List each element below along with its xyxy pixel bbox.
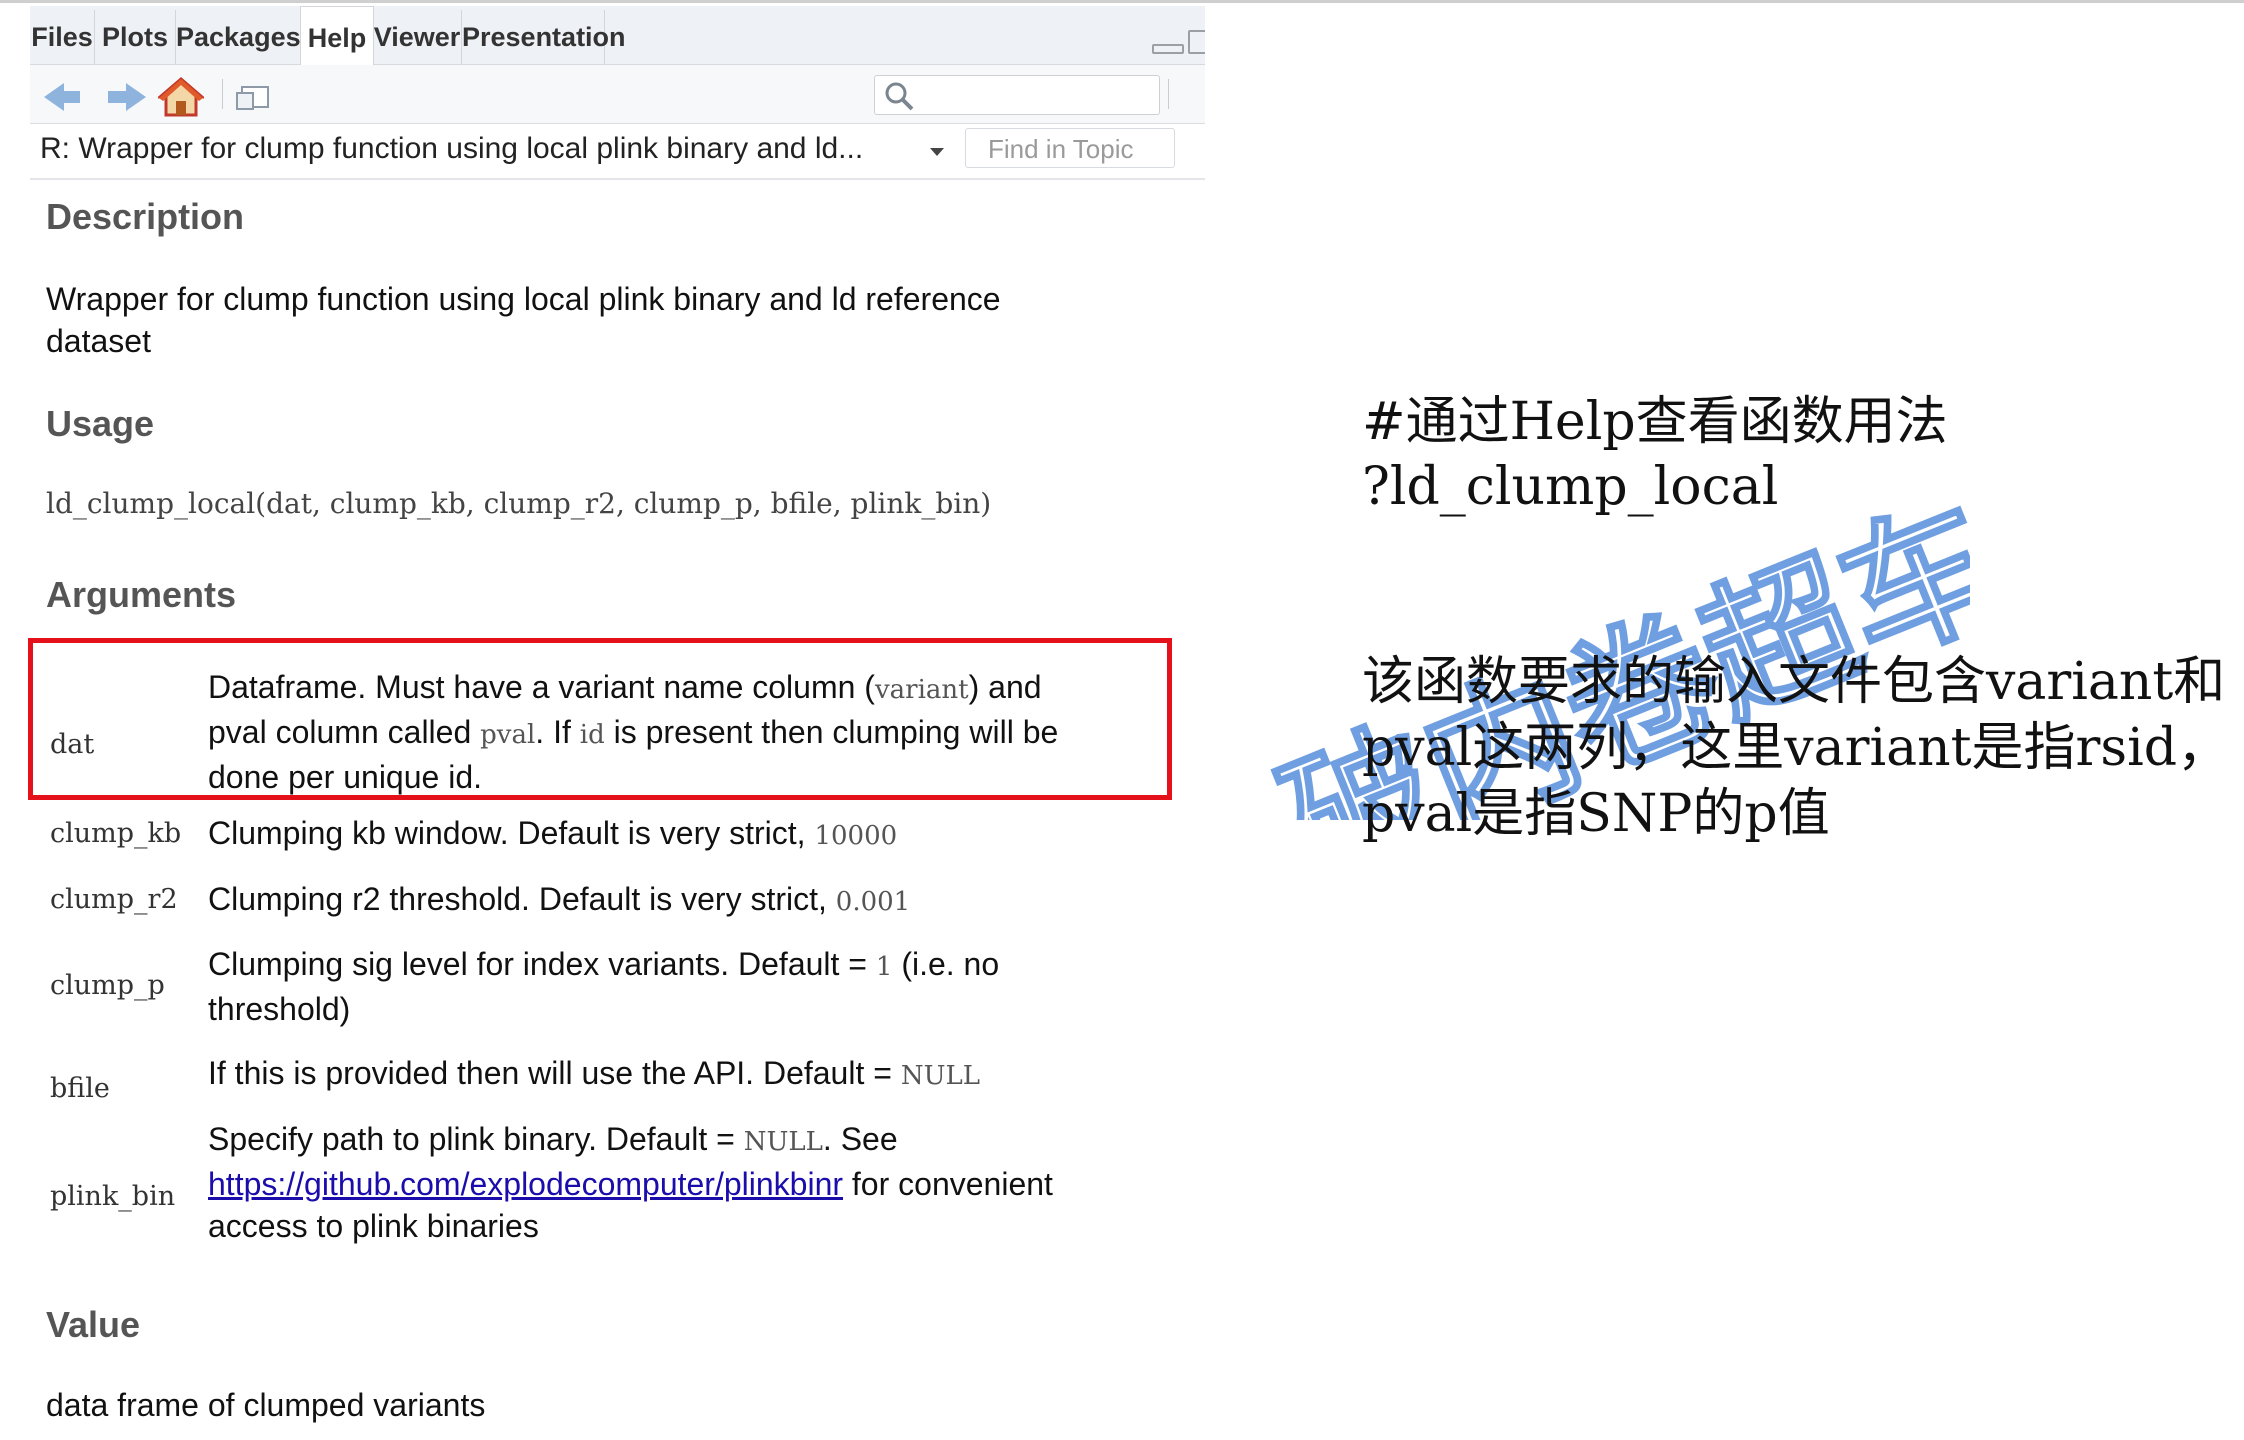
annotation-line-3: 该函数要求的输入文件包含variant和	[1362, 652, 2226, 712]
minimize-icon[interactable]	[1152, 44, 1184, 54]
arg-name-clump-r2: clump_r2	[50, 884, 178, 915]
arg-text: . See	[822, 1121, 898, 1157]
tab-presentation[interactable]: Presentation	[462, 10, 626, 64]
inline-code: NULL	[743, 1127, 823, 1157]
arg-name-clump-p: clump_p	[50, 970, 165, 1001]
search-icon	[885, 82, 914, 111]
usage-heading: Usage	[46, 403, 155, 444]
tab-viewer[interactable]: Viewer	[373, 10, 462, 64]
arg-desc-clump-r2: Clumping r2 threshold. Default is very s…	[208, 878, 1198, 923]
dat-highlight-box	[28, 638, 1172, 800]
arg-text: threshold)	[208, 991, 351, 1027]
help-toolbar	[30, 65, 1205, 124]
help-search-input[interactable]	[874, 75, 1160, 115]
home-icon[interactable]	[158, 77, 204, 117]
toolbar-separator	[1168, 79, 1169, 109]
arg-name-clump-kb: clump_kb	[50, 818, 182, 849]
annotation-line-5: pval是指SNP的p值	[1362, 784, 1830, 844]
inline-code: 10000	[814, 821, 898, 851]
inline-code: NULL	[900, 1061, 981, 1091]
arg-text: for convenient	[843, 1166, 1053, 1202]
annotation-line-2: ?ld_clump_local	[1362, 457, 1779, 517]
value-text: data frame of clumped variants	[46, 1387, 486, 1423]
arg-text: access to plink binaries	[208, 1208, 539, 1244]
toolbar-separator	[222, 79, 223, 109]
arg-desc-plink-bin: Specify path to plink binary. Default = …	[208, 1118, 1198, 1247]
arg-desc-bfile: If this is provided then will use the AP…	[208, 1052, 1198, 1097]
arg-text: Clumping kb window. Default is very stri…	[208, 815, 815, 851]
arg-text: Clumping r2 threshold. Default is very s…	[208, 881, 836, 917]
tab-packages[interactable]: Packages	[176, 10, 301, 64]
help-content: Description Wrapper for clump function u…	[30, 178, 1205, 1440]
top-border	[0, 0, 2244, 3]
description-line-1: Wrapper for clump function using local p…	[46, 281, 1001, 317]
pane-tab-bar: Files Plots Packages Help Viewer Present…	[30, 6, 1205, 66]
forward-arrow-icon[interactable]	[108, 83, 146, 111]
arg-name-plink-bin: plink_bin	[50, 1181, 176, 1212]
tab-plots[interactable]: Plots	[95, 10, 176, 64]
arg-desc-clump-kb: Clumping kb window. Default is very stri…	[208, 812, 1198, 857]
arg-name-bfile: bfile	[50, 1073, 110, 1104]
find-in-topic-input[interactable]: Find in Topic	[965, 128, 1175, 168]
description-heading: Description	[46, 196, 245, 237]
inline-code: 0.001	[835, 887, 911, 917]
annotation-line-1: #通过Help查看函数用法	[1362, 392, 1948, 452]
inline-code: 1	[875, 952, 893, 982]
popout-icon[interactable]	[236, 85, 270, 111]
value-heading: Value	[46, 1304, 141, 1345]
arg-text: (i.e. no	[892, 946, 1000, 982]
arg-text: Specify path to plink binary. Default =	[208, 1121, 744, 1157]
back-arrow-icon[interactable]	[44, 83, 80, 111]
arg-desc-clump-p: Clumping sig level for index variants. D…	[208, 943, 1198, 1030]
maximize-icon[interactable]	[1188, 30, 1205, 54]
description-line-2: dataset	[46, 323, 151, 359]
chevron-down-icon[interactable]	[930, 148, 944, 156]
usage-code: ld_clump_local(dat, clump_kb, clump_r2, …	[46, 487, 992, 520]
tab-files[interactable]: Files	[30, 10, 95, 64]
annotation-line-4: pval这两列，这里variant是指rsid，	[1362, 718, 2230, 778]
arguments-heading: Arguments	[46, 574, 237, 615]
arg-text: If this is provided then will use the AP…	[208, 1055, 901, 1091]
plinkbinr-link[interactable]: https://github.com/explodecomputer/plink…	[208, 1166, 843, 1202]
arg-text: Clumping sig level for index variants. D…	[208, 946, 876, 982]
topic-select[interactable]: R: Wrapper for clump function using loca…	[40, 132, 863, 166]
tab-help[interactable]: Help	[300, 6, 374, 66]
topic-bar: R: Wrapper for clump function using loca…	[30, 124, 1205, 180]
